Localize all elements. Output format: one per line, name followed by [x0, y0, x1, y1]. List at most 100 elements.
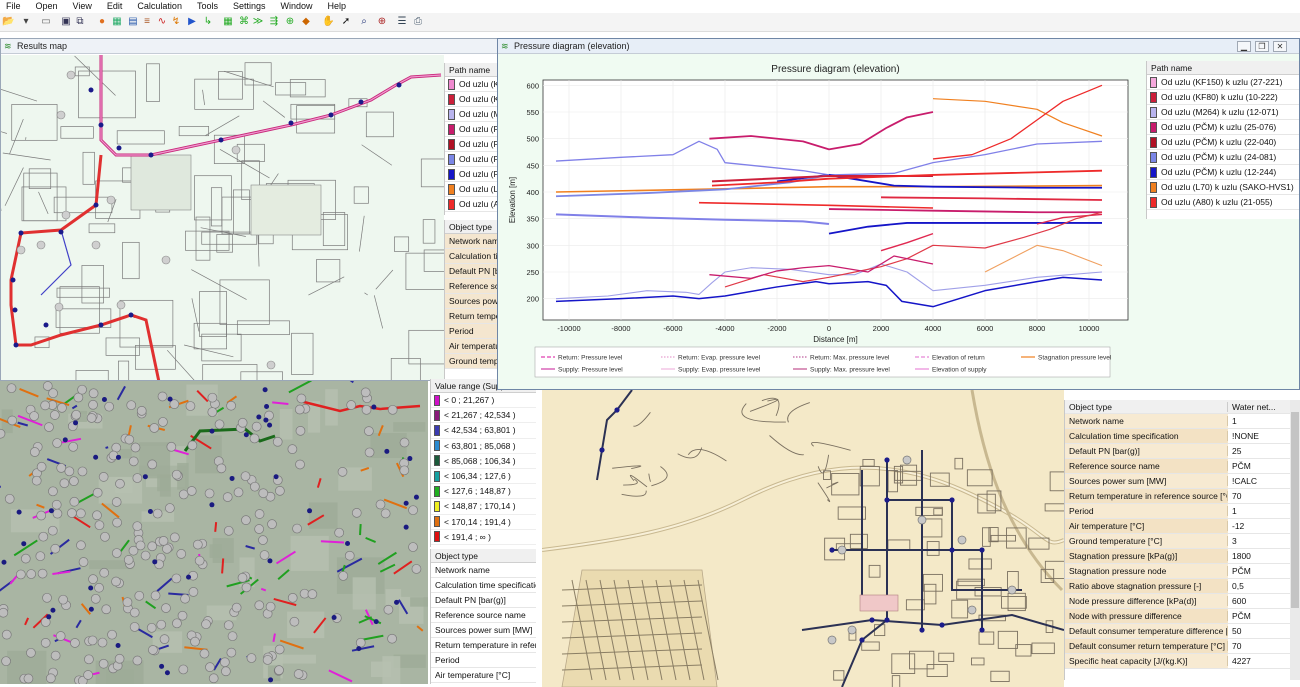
consumer-node[interactable]: [292, 523, 302, 534]
network-node[interactable]: [159, 663, 165, 669]
consumer-node[interactable]: [295, 426, 306, 436]
consumer-node[interactable]: [114, 653, 125, 664]
consumer-node[interactable]: [50, 543, 61, 554]
menu-calculation[interactable]: Calculation: [131, 0, 191, 13]
network-node[interactable]: [128, 312, 134, 318]
consumer-node[interactable]: [265, 601, 276, 612]
consumer-node[interactable]: [51, 499, 62, 510]
consumer-node[interactable]: [380, 508, 391, 519]
consumer-node[interactable]: [262, 655, 273, 665]
consumer-node[interactable]: [146, 622, 157, 633]
consumer-node[interactable]: [56, 110, 66, 120]
consumer-node[interactable]: [346, 400, 357, 410]
network-node[interactable]: [13, 342, 19, 348]
consumer-node[interactable]: [44, 422, 54, 432]
network-node[interactable]: [93, 454, 99, 460]
consumer-node[interactable]: [56, 463, 67, 473]
network-node[interactable]: [919, 627, 925, 633]
network-node[interactable]: [328, 112, 334, 118]
open-icon[interactable]: 📂: [2, 16, 14, 28]
network-node[interactable]: [147, 508, 153, 514]
network-node[interactable]: [614, 407, 620, 413]
consumer-node[interactable]: [122, 597, 133, 608]
object-row[interactable]: Sources power sum [MW]: [431, 623, 536, 638]
menu-help[interactable]: Help: [322, 0, 356, 13]
consumer-node[interactable]: [296, 393, 307, 404]
consumer-node[interactable]: [258, 488, 269, 499]
value-range-item[interactable]: < 21,267 ; 42,534 ): [431, 408, 536, 424]
consumer-node[interactable]: [967, 605, 977, 615]
path-list-item[interactable]: Od uzlu (KF150) k uzlu (27-221): [1147, 75, 1299, 90]
bolt-icon[interactable]: ↯: [170, 16, 182, 28]
object-row[interactable]: Calculation time specification: [431, 578, 536, 593]
consumer-node[interactable]: [226, 400, 236, 411]
consumer-node[interactable]: [29, 411, 39, 421]
consumer-node[interactable]: [364, 426, 374, 436]
consumer-node[interactable]: [69, 476, 79, 486]
consumer-node[interactable]: [837, 545, 847, 555]
property-row[interactable]: Air temperature [°C] -12: [1065, 519, 1290, 534]
consumer-node[interactable]: [827, 635, 837, 645]
properties-scrollbar[interactable]: [1290, 400, 1300, 680]
consumer-node[interactable]: [216, 463, 227, 474]
close-button[interactable]: ✕: [1273, 41, 1287, 52]
network-node[interactable]: [884, 497, 890, 503]
consumer-node[interactable]: [351, 508, 362, 518]
consumer-node[interactable]: [231, 602, 242, 613]
path-list-item[interactable]: Od uzlu (PČ: [445, 152, 499, 167]
property-row[interactable]: Return temperature in reference source […: [1065, 489, 1290, 504]
consumer-node[interactable]: [37, 568, 48, 579]
consumer-node[interactable]: [50, 650, 61, 661]
consumer-node[interactable]: [254, 600, 265, 611]
consumer-node[interactable]: [226, 647, 237, 658]
menu-file[interactable]: File: [0, 0, 30, 13]
path-list-item[interactable]: Od uzlu (KF: [445, 92, 499, 107]
network-node[interactable]: [599, 447, 605, 453]
consumer-node[interactable]: [254, 524, 264, 534]
consumer-node[interactable]: [250, 481, 260, 492]
network-node[interactable]: [18, 230, 24, 236]
consumer-node[interactable]: [208, 673, 219, 684]
consumer-node[interactable]: [99, 567, 110, 578]
consumer-node[interactable]: [293, 669, 304, 679]
property-value[interactable]: 0,5: [1228, 579, 1290, 593]
network-node[interactable]: [12, 307, 18, 313]
consumer-node[interactable]: [58, 594, 68, 605]
consumer-node[interactable]: [106, 195, 116, 205]
value-range-item[interactable]: < 127,6 ; 148,87 ): [431, 484, 536, 500]
network-node[interactable]: [331, 615, 337, 621]
consumer-node[interactable]: [338, 571, 349, 581]
consumer-node[interactable]: [92, 510, 102, 521]
path-list-item[interactable]: Od uzlu (PČM) k uzlu (12-244): [1147, 165, 1299, 180]
consumer-node[interactable]: [220, 657, 230, 668]
consumer-node[interactable]: [48, 486, 58, 497]
network-node[interactable]: [979, 547, 985, 553]
pointer-icon[interactable]: ➚: [340, 16, 352, 28]
consumer-node[interactable]: [100, 531, 110, 542]
pressure-diagram-titlebar[interactable]: ≋ Pressure diagram (elevation) ▁ ❐ ✕: [498, 39, 1299, 54]
consumer-node[interactable]: [307, 589, 318, 599]
property-value[interactable]: 1: [1228, 414, 1290, 428]
consumer-node[interactable]: [361, 404, 372, 415]
property-value[interactable]: PČM: [1228, 609, 1290, 623]
consumer-node[interactable]: [69, 496, 80, 507]
zoom-icon[interactable]: ⌕: [358, 16, 370, 28]
consumer-node[interactable]: [40, 638, 51, 648]
property-row[interactable]: Sources power sum [MW] !CALC: [1065, 474, 1290, 489]
property-value[interactable]: !CALC: [1228, 474, 1290, 488]
consumer-node[interactable]: [165, 503, 175, 513]
consumer-node[interactable]: [107, 629, 117, 640]
object-row[interactable]: Network name: [445, 234, 499, 249]
value-range-item[interactable]: < 0 ; 21,267 ): [431, 393, 536, 409]
grid2-icon[interactable]: ▦: [222, 16, 234, 28]
consumer-node[interactable]: [295, 459, 305, 470]
network-node[interactable]: [48, 508, 54, 514]
pipe-icon[interactable]: ⇶: [268, 16, 280, 28]
consumer-node[interactable]: [78, 557, 89, 567]
consumer-node[interactable]: [90, 593, 101, 604]
network-node[interactable]: [164, 670, 170, 676]
menu-open[interactable]: Open: [30, 0, 67, 13]
property-value[interactable]: 70: [1228, 489, 1290, 503]
object-row[interactable]: Reference sour: [445, 279, 499, 294]
consumer-node[interactable]: [132, 521, 143, 532]
